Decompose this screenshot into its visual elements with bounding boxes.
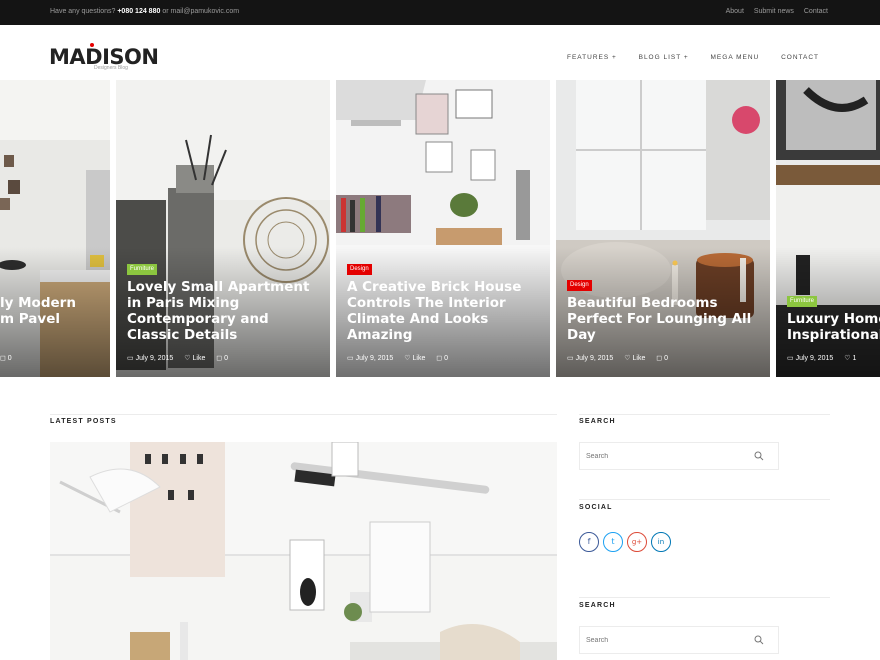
slide-title[interactable]: Beautiful Bedrooms Perfect For Lounging … [567,295,762,343]
top-links: About Submit news Contact [718,8,828,15]
search-widget-title-2: SEARCH [579,602,616,609]
contact-info: Have any questions? +080 124 880 or mail… [50,8,239,15]
featured-slider: ly Modern m Pavel ◻ 0 Furniture Lovely Sm… [0,80,880,377]
post-date: ▭ July 9, 2015 [347,355,394,362]
like-button[interactable]: ♡ Like [404,355,425,362]
top-link-submit-news[interactable]: Submit news [754,8,794,15]
twitter-icon[interactable]: t [603,532,623,552]
section-divider [50,414,557,415]
question-text: Have any questions? [50,8,116,15]
nav-item-contact[interactable]: CONTACT [781,54,819,61]
category-badge[interactable]: Design [347,264,372,275]
slide-meta: ▭ July 9, 2015 ♡ Like ◻ 0 [347,354,457,362]
top-bar: Have any questions? +080 124 880 or mail… [0,0,880,25]
like-button[interactable]: ♡ Like [624,355,645,362]
category-badge[interactable]: Design [567,280,592,291]
post-image [50,442,557,660]
email-prefix: or [162,8,169,15]
latest-posts-title: LATEST POSTS [50,418,117,425]
slide-title[interactable]: Luxury Home Inspirational [787,311,880,343]
slide-title[interactable]: ly Modern m Pavel [0,295,110,327]
search-box-2 [579,626,779,654]
search-icon[interactable] [754,635,764,645]
facebook-icon[interactable]: f [579,532,599,552]
slide-card[interactable]: Furniture Lovely Small Apartment in Pari… [116,80,330,377]
main-nav: FEATURES + BLOG LIST + MEGA MENU CONTACT [548,54,819,61]
site-header: MADISON Designers Blog FEATURES + BLOG L… [0,25,880,80]
nav-item-features[interactable]: FEATURES + [567,54,617,61]
top-link-contact[interactable]: Contact [804,8,828,15]
category-badge[interactable]: Furniture [787,296,818,307]
top-link-about[interactable]: About [726,8,744,15]
slide-meta: ▭ July 9, 2015 ♡ Like ◻ 0 [567,354,677,362]
slide-card[interactable]: ly Modern m Pavel ◻ 0 [0,80,110,377]
search-box [579,442,779,470]
comment-count[interactable]: ◻ 0 [436,355,448,362]
search-widget-title: SEARCH [579,418,616,425]
slide-card[interactable]: Furniture Luxury Home Inspirational ▭ Ju… [776,80,880,377]
post-date: ▭ July 9, 2015 [567,355,614,362]
section-divider [579,414,830,415]
post-featured-image[interactable] [50,442,557,660]
category-badge[interactable]: Furniture [127,264,158,275]
social-widget-title: SOCIAL [579,504,613,511]
comment-count[interactable]: ◻ 0 [216,355,228,362]
logo-accent-dot [90,43,94,47]
social-icons: f t g+ in [579,531,675,552]
slide-title[interactable]: Lovely Small Apartment in Paris Mixing C… [127,279,317,343]
section-divider [579,499,830,500]
site-tagline: Designers Blog [94,65,128,71]
search-input[interactable] [580,443,750,469]
slide-card[interactable]: Design A Creative Brick House Controls T… [336,80,550,377]
section-divider [579,597,830,598]
slide-card[interactable]: Design Beautiful Bedrooms Perfect For Lo… [556,80,770,377]
linkedin-icon[interactable]: in [651,532,671,552]
post-date: ▭ July 9, 2015 [787,355,834,362]
comment-count[interactable]: ◻ 0 [656,355,668,362]
email-address[interactable]: mail@pamukovic.com [171,8,240,15]
search-icon[interactable] [754,451,764,461]
like-button[interactable]: ♡ Like [184,355,205,362]
comment-count[interactable]: ◻ 0 [0,355,12,362]
nav-item-mega-menu[interactable]: MEGA MENU [711,54,760,61]
slide-meta: ▭ July 9, 2015 ♡ Like ◻ 0 [127,354,237,362]
phone-number: +080 124 880 [117,8,161,15]
google-plus-icon[interactable]: g+ [627,532,647,552]
slide-meta: ▭ July 9, 2015 ♡ 1 [787,354,865,362]
slide-title[interactable]: A Creative Brick House Controls The Inte… [347,279,542,343]
nav-item-blog-list[interactable]: BLOG LIST + [639,54,689,61]
slide-meta: ◻ 0 [0,354,21,362]
like-button[interactable]: ♡ 1 [844,355,856,362]
post-date: ▭ July 9, 2015 [127,355,174,362]
search-input-2[interactable] [580,627,750,653]
